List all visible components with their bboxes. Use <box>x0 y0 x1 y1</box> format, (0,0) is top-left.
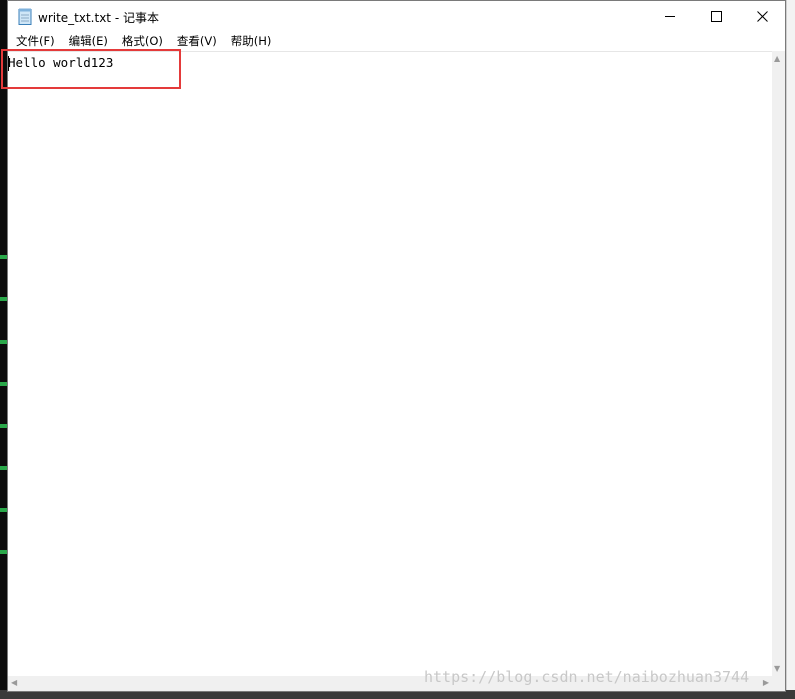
maximize-icon <box>710 11 722 22</box>
notepad-icon <box>18 8 32 25</box>
close-icon <box>756 11 768 22</box>
annotation-highlight-box <box>1 49 181 89</box>
scroll-right-icon[interactable]: ▶ <box>763 678 769 687</box>
vertical-scrollbar[interactable]: ▲ ▼ <box>772 51 785 676</box>
background-window-edge <box>786 0 795 699</box>
text-editor-area[interactable]: Hello world123 <box>1 49 772 677</box>
scrollbar-corner <box>772 676 785 691</box>
watermark-text: https://blog.csdn.net/naibozhuan3744 <box>424 668 750 686</box>
minimize-button[interactable] <box>647 1 693 32</box>
title-bar[interactable]: write_txt.txt - 记事本 <box>8 1 785 32</box>
scroll-up-icon[interactable]: ▲ <box>774 54 780 63</box>
notepad-window: write_txt.txt - 记事本 文件(F) 编辑(E) 格式(O) 查看… <box>1 0 786 692</box>
menu-help[interactable]: 帮助(H) <box>225 32 278 51</box>
scroll-down-icon[interactable]: ▼ <box>774 664 780 673</box>
background-terminal <box>0 0 7 699</box>
minimize-icon <box>664 16 675 17</box>
maximize-button[interactable] <box>693 1 739 32</box>
close-button[interactable] <box>739 1 785 32</box>
window-title: write_txt.txt - 记事本 <box>38 11 159 25</box>
scroll-left-icon[interactable]: ◀ <box>11 678 17 687</box>
